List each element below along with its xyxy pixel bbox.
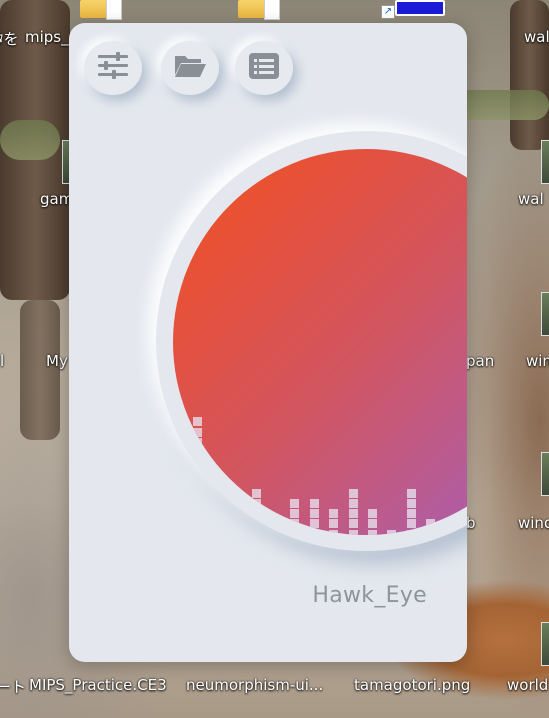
desktop-label[interactable]: win bbox=[526, 352, 549, 370]
visualizer-block bbox=[387, 529, 397, 535]
visualizer-block bbox=[174, 478, 183, 488]
visualizer-block bbox=[193, 448, 203, 457]
folder-open-icon bbox=[173, 53, 207, 83]
desktop-label[interactable]: wal bbox=[518, 190, 544, 208]
visualizer-block bbox=[251, 519, 261, 529]
visualizer-block bbox=[251, 499, 261, 508]
visualizer-block bbox=[406, 499, 416, 508]
visualizer-block bbox=[406, 488, 416, 498]
visualizer-block bbox=[368, 519, 377, 529]
visualizer-block bbox=[329, 519, 339, 529]
tree-trunk bbox=[20, 300, 60, 440]
visualizer-block bbox=[309, 519, 319, 529]
audio-visualizer bbox=[173, 149, 467, 535]
visualizer-block bbox=[174, 529, 183, 535]
open-folder-button[interactable] bbox=[161, 41, 219, 95]
visualizer-block bbox=[193, 427, 203, 437]
shortcut-arrow-icon: ↗ bbox=[381, 5, 395, 19]
visualizer-block bbox=[174, 417, 183, 427]
visualizer-block bbox=[465, 529, 467, 535]
visualizer-block bbox=[193, 509, 203, 519]
desktop-label[interactable]: My bbox=[46, 352, 68, 370]
visualizer-block bbox=[174, 499, 183, 508]
desktop-label[interactable]: mips_ bbox=[25, 28, 69, 46]
visualizer-block bbox=[406, 509, 416, 519]
visualizer-block bbox=[174, 437, 183, 447]
visualizer-block bbox=[445, 519, 455, 529]
equalizer-button[interactable] bbox=[84, 41, 142, 95]
visualizer-block bbox=[329, 509, 339, 519]
visualizer-block bbox=[251, 509, 261, 519]
visualizer-block bbox=[174, 488, 183, 498]
desktop-label[interactable]: l bbox=[0, 352, 4, 370]
album-disc[interactable] bbox=[173, 149, 467, 535]
visualizer-block bbox=[174, 427, 183, 437]
visualizer-block bbox=[348, 519, 358, 529]
desktop-label[interactable]: b bbox=[466, 514, 476, 532]
visualizer-block bbox=[426, 519, 436, 529]
tree-trunk bbox=[510, 0, 549, 150]
visualizer-block bbox=[193, 519, 203, 529]
visualizer-block bbox=[174, 458, 183, 468]
image-thumbnail-icon[interactable] bbox=[541, 452, 549, 496]
desktop-label[interactable]: ート bbox=[0, 676, 26, 697]
desktop-label[interactable]: wal bbox=[524, 28, 549, 46]
visualizer-block bbox=[368, 529, 377, 535]
visualizer-block bbox=[290, 519, 300, 529]
visualizer-block bbox=[193, 468, 203, 478]
visualizer-block bbox=[251, 488, 261, 498]
visualizer-block bbox=[174, 448, 183, 457]
desktop-label[interactable]: world bbox=[507, 676, 548, 694]
visualizer-block bbox=[193, 478, 203, 488]
visualizer-block bbox=[348, 499, 358, 508]
visualizer-block bbox=[309, 529, 319, 535]
image-thumbnail-icon[interactable] bbox=[541, 292, 549, 336]
music-player-window: Hawk_Eye bbox=[69, 23, 467, 662]
visualizer-block bbox=[193, 458, 203, 468]
visualizer-block bbox=[174, 519, 183, 529]
folder-icon[interactable] bbox=[238, 0, 280, 20]
visualizer-block bbox=[406, 519, 416, 529]
visualizer-block bbox=[193, 488, 203, 498]
visualizer-block bbox=[406, 529, 416, 535]
visualizer-block bbox=[290, 499, 300, 508]
visualizer-block bbox=[348, 488, 358, 498]
visualizer-block bbox=[193, 417, 203, 427]
visualizer-block bbox=[174, 468, 183, 478]
visualizer-block bbox=[368, 509, 377, 519]
artist-name: Hawk_Eye bbox=[312, 583, 427, 608]
visualizer-block bbox=[193, 529, 203, 535]
visualizer-block bbox=[309, 499, 319, 508]
visualizer-block bbox=[174, 509, 183, 519]
list-icon bbox=[249, 53, 279, 83]
folder-icon[interactable] bbox=[80, 0, 122, 20]
visualizer-block bbox=[271, 519, 280, 529]
sliders-icon bbox=[97, 52, 129, 84]
visualizer-block bbox=[348, 509, 358, 519]
visualizer-block bbox=[445, 529, 455, 535]
playlist-button[interactable] bbox=[235, 41, 293, 95]
visualizer-block bbox=[193, 499, 203, 508]
desktop-label[interactable]: ﾀを bbox=[0, 28, 19, 49]
visualizer-block bbox=[290, 509, 300, 519]
desktop-label[interactable]: wind bbox=[518, 514, 549, 532]
visualizer-block bbox=[290, 529, 300, 535]
image-thumbnail-icon[interactable] bbox=[541, 622, 549, 666]
visualizer-block bbox=[348, 529, 358, 535]
visualizer-block bbox=[309, 509, 319, 519]
visualizer-block bbox=[329, 529, 339, 535]
visualizer-block bbox=[193, 437, 203, 447]
grass-patch bbox=[0, 120, 60, 160]
desktop-label[interactable]: pan bbox=[466, 352, 494, 370]
image-thumbnail-icon[interactable] bbox=[541, 140, 549, 184]
desktop-label[interactable]: tamagotori.png bbox=[354, 676, 470, 694]
visualizer-block bbox=[251, 529, 261, 535]
desktop-label[interactable]: MIPS_Practice.CE3 bbox=[29, 676, 167, 694]
desktop-label[interactable]: neumorphism-ui... bbox=[186, 676, 323, 694]
app-icon[interactable] bbox=[395, 0, 445, 16]
visualizer-block bbox=[426, 529, 436, 535]
visualizer-block bbox=[271, 529, 280, 535]
